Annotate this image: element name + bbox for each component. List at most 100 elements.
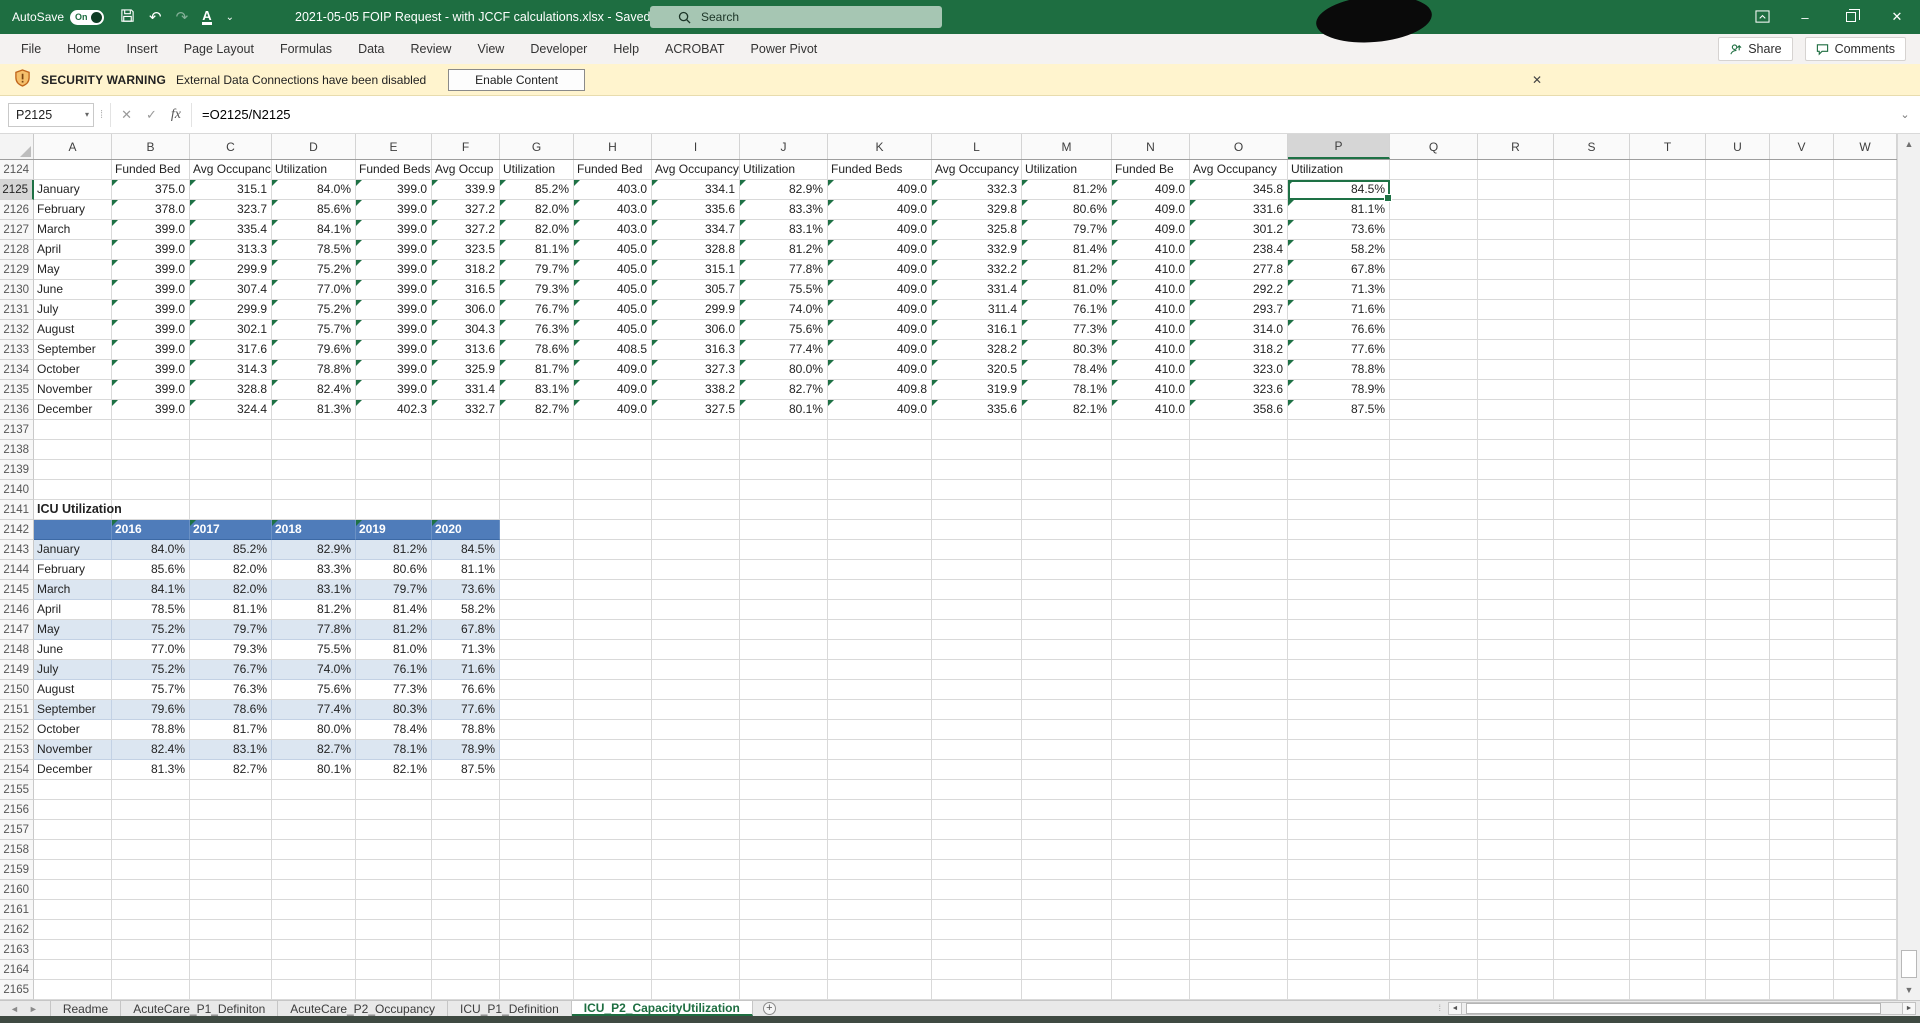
cell-R2127[interactable] xyxy=(1478,220,1554,240)
cell-O2147[interactable] xyxy=(1190,620,1288,640)
cell-P2124[interactable]: Utilization xyxy=(1288,160,1390,180)
cell-V2129[interactable] xyxy=(1770,260,1834,280)
cell-J2131[interactable]: 74.0% xyxy=(740,300,828,320)
cell-D2155[interactable] xyxy=(272,780,356,800)
cell-M2143[interactable] xyxy=(1022,540,1112,560)
cell-O2139[interactable] xyxy=(1190,460,1288,480)
ribbon-tab-file[interactable]: File xyxy=(8,34,54,64)
cell-K2155[interactable] xyxy=(828,780,932,800)
cell-N2152[interactable] xyxy=(1112,720,1190,740)
cell-E2159[interactable] xyxy=(356,860,432,880)
cell-H2129[interactable]: 405.0 xyxy=(574,260,652,280)
cell-T2165[interactable] xyxy=(1630,980,1706,1000)
cell-W2125[interactable] xyxy=(1834,180,1897,200)
cell-U2159[interactable] xyxy=(1706,860,1770,880)
cell-Q2135[interactable] xyxy=(1390,380,1478,400)
cell-U2139[interactable] xyxy=(1706,460,1770,480)
cell-F2136[interactable]: 332.7 xyxy=(432,400,500,420)
cell-G2164[interactable] xyxy=(500,960,574,980)
cell-F2135[interactable]: 331.4 xyxy=(432,380,500,400)
row-header-2131[interactable]: 2131 xyxy=(0,300,34,320)
cell-F2158[interactable] xyxy=(432,840,500,860)
cell-T2139[interactable] xyxy=(1630,460,1706,480)
cell-W2137[interactable] xyxy=(1834,420,1897,440)
cell-F2165[interactable] xyxy=(432,980,500,1000)
cell-I2138[interactable] xyxy=(652,440,740,460)
cell-D2163[interactable] xyxy=(272,940,356,960)
cell-E2127[interactable]: 399.0 xyxy=(356,220,432,240)
prev-sheet-icon[interactable]: ◄ xyxy=(10,1004,19,1014)
ribbon-tab-insert[interactable]: Insert xyxy=(114,34,171,64)
cell-A2153[interactable]: November xyxy=(34,740,112,760)
cell-F2141[interactable] xyxy=(432,500,500,520)
cell-G2147[interactable] xyxy=(500,620,574,640)
cell-E2140[interactable] xyxy=(356,480,432,500)
cell-S2158[interactable] xyxy=(1554,840,1630,860)
cell-F2156[interactable] xyxy=(432,800,500,820)
cell-F2151[interactable]: 77.6% xyxy=(432,700,500,720)
cell-G2128[interactable]: 81.1% xyxy=(500,240,574,260)
cell-B2131[interactable]: 399.0 xyxy=(112,300,190,320)
cell-W2134[interactable] xyxy=(1834,360,1897,380)
cell-F2162[interactable] xyxy=(432,920,500,940)
cell-V2165[interactable] xyxy=(1770,980,1834,1000)
cell-E2129[interactable]: 399.0 xyxy=(356,260,432,280)
cell-O2135[interactable]: 323.6 xyxy=(1190,380,1288,400)
cell-G2127[interactable]: 82.0% xyxy=(500,220,574,240)
cell-H2156[interactable] xyxy=(574,800,652,820)
cell-F2161[interactable] xyxy=(432,900,500,920)
cell-U2126[interactable] xyxy=(1706,200,1770,220)
cell-M2134[interactable]: 78.4% xyxy=(1022,360,1112,380)
cell-B2162[interactable] xyxy=(112,920,190,940)
cell-E2155[interactable] xyxy=(356,780,432,800)
cell-M2145[interactable] xyxy=(1022,580,1112,600)
cell-P2161[interactable] xyxy=(1288,900,1390,920)
cell-S2159[interactable] xyxy=(1554,860,1630,880)
cell-N2165[interactable] xyxy=(1112,980,1190,1000)
column-header-V[interactable]: V xyxy=(1770,134,1834,159)
cell-G2144[interactable] xyxy=(500,560,574,580)
cell-G2140[interactable] xyxy=(500,480,574,500)
cell-G2152[interactable] xyxy=(500,720,574,740)
cell-T2148[interactable] xyxy=(1630,640,1706,660)
cell-A2138[interactable] xyxy=(34,440,112,460)
cell-W2149[interactable] xyxy=(1834,660,1897,680)
cell-Q2124[interactable] xyxy=(1390,160,1478,180)
cell-V2130[interactable] xyxy=(1770,280,1834,300)
cell-J2144[interactable] xyxy=(740,560,828,580)
column-header-L[interactable]: L xyxy=(932,134,1022,159)
row-header-2148[interactable]: 2148 xyxy=(0,640,34,660)
cell-G2155[interactable] xyxy=(500,780,574,800)
cell-S2133[interactable] xyxy=(1554,340,1630,360)
cell-P2151[interactable] xyxy=(1288,700,1390,720)
cell-P2160[interactable] xyxy=(1288,880,1390,900)
cell-T2157[interactable] xyxy=(1630,820,1706,840)
cell-D2143[interactable]: 82.9% xyxy=(272,540,356,560)
row-header-2160[interactable]: 2160 xyxy=(0,880,34,900)
cell-B2145[interactable]: 84.1% xyxy=(112,580,190,600)
cell-N2127[interactable]: 409.0 xyxy=(1112,220,1190,240)
next-sheet-icon[interactable]: ► xyxy=(29,1004,38,1014)
cell-K2161[interactable] xyxy=(828,900,932,920)
row-header-2141[interactable]: 2141 xyxy=(0,500,34,520)
cell-G2158[interactable] xyxy=(500,840,574,860)
cell-T2154[interactable] xyxy=(1630,760,1706,780)
cell-C2129[interactable]: 299.9 xyxy=(190,260,272,280)
cell-B2156[interactable] xyxy=(112,800,190,820)
cell-O2126[interactable]: 331.6 xyxy=(1190,200,1288,220)
cell-U2155[interactable] xyxy=(1706,780,1770,800)
row-header-2152[interactable]: 2152 xyxy=(0,720,34,740)
cell-J2133[interactable]: 77.4% xyxy=(740,340,828,360)
cell-C2146[interactable]: 81.1% xyxy=(190,600,272,620)
cell-T2137[interactable] xyxy=(1630,420,1706,440)
cell-P2162[interactable] xyxy=(1288,920,1390,940)
cell-T2145[interactable] xyxy=(1630,580,1706,600)
cell-C2154[interactable]: 82.7% xyxy=(190,760,272,780)
cell-H2147[interactable] xyxy=(574,620,652,640)
cell-K2156[interactable] xyxy=(828,800,932,820)
cell-K2165[interactable] xyxy=(828,980,932,1000)
close-button[interactable]: ✕ xyxy=(1874,0,1920,34)
cell-P2148[interactable] xyxy=(1288,640,1390,660)
cell-Q2165[interactable] xyxy=(1390,980,1478,1000)
cell-I2152[interactable] xyxy=(652,720,740,740)
